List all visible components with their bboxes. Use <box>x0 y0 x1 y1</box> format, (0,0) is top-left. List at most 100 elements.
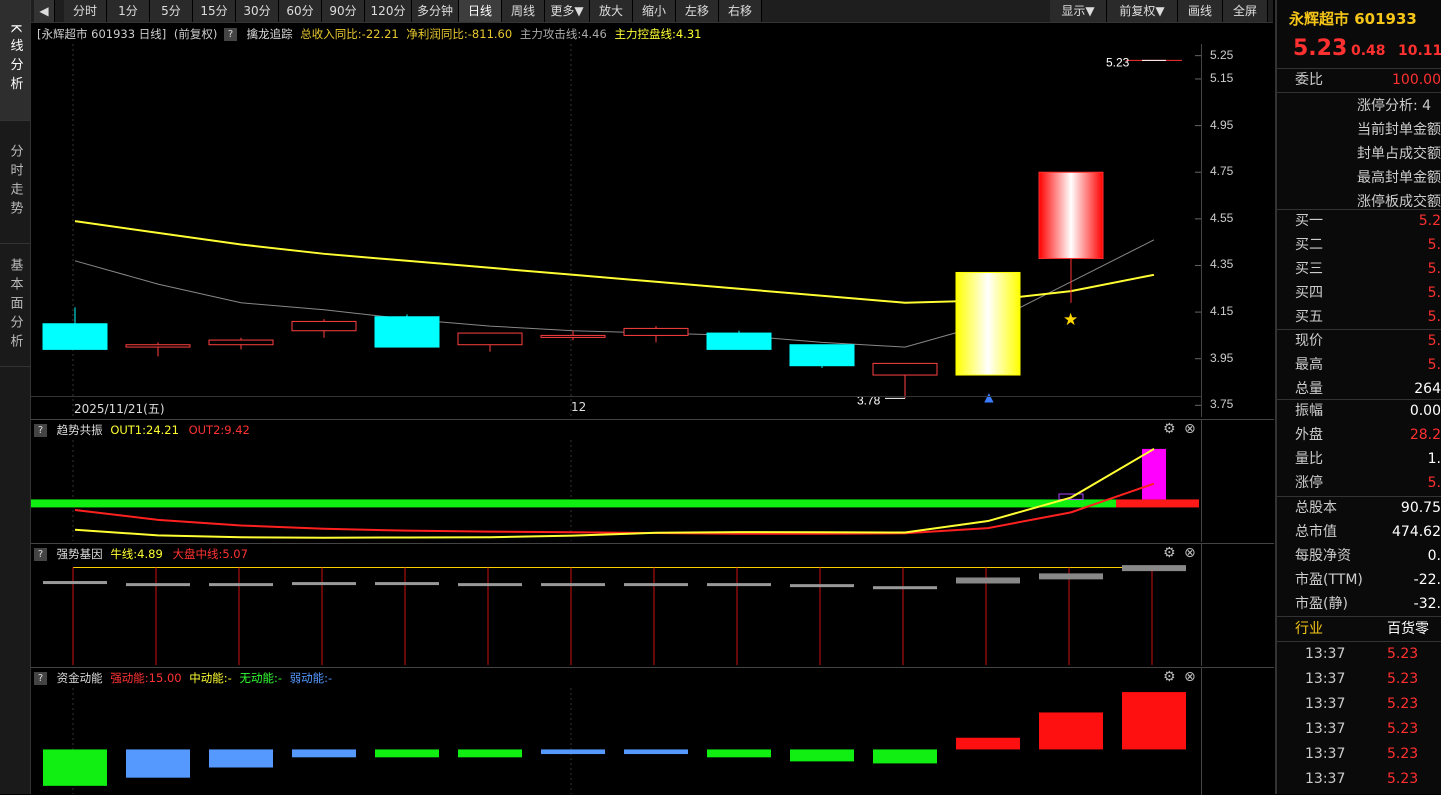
bid-value: 5. <box>1427 309 1441 325</box>
quote-label: 最高 <box>1295 357 1323 373</box>
tb-120min[interactable]: 120分 <box>365 0 412 22</box>
gene-bar <box>956 577 1020 584</box>
tick-time: 13:37 <box>1305 696 1346 712</box>
gene-bar <box>790 584 854 588</box>
gene-bar <box>209 583 273 587</box>
bid-row: 买一 5.2 <box>1277 209 1441 233</box>
gene-bar <box>458 583 522 587</box>
price-tick-label: 3.75 <box>1210 397 1234 412</box>
tb-60min[interactable]: 60分 <box>279 0 322 22</box>
limit-up-analysis: 涨停分析: 4 当前封单金额 封单占成交额 最高封单金额 涨停板成交额 <box>1357 94 1441 214</box>
tb-fullscreen[interactable]: 全屏 <box>1223 0 1268 22</box>
candle-body <box>42 323 108 350</box>
momentum-bar <box>624 749 688 755</box>
tb-zoom-out[interactable]: 缩小 <box>633 0 676 22</box>
out2-line <box>74 482 1155 535</box>
tb-move-right[interactable]: 右移 <box>719 0 762 22</box>
tb-5min[interactable]: 5分 <box>150 0 193 22</box>
help-icon[interactable]: ? <box>34 424 47 437</box>
gear-icon[interactable]: ⚙ <box>1163 669 1176 685</box>
fund-label: 市盈(静) <box>1295 596 1348 612</box>
close-icon[interactable]: ⊗ <box>1184 421 1196 437</box>
tb-daily[interactable]: 日线 <box>459 0 502 22</box>
help-icon[interactable]: ? <box>34 672 47 685</box>
sub1-out1: OUT1:24.21 <box>110 423 179 437</box>
bid-value: 5.2 <box>1418 213 1441 229</box>
tab-intraday-trend[interactable]: 分时走势 <box>0 121 30 244</box>
gene-bar <box>43 581 107 585</box>
magenta-bar <box>1142 448 1166 500</box>
indicator-value-1: 总收入同比:-22.21 <box>300 27 399 41</box>
fund-value: 474.62 <box>1392 524 1441 540</box>
momentum-bar <box>458 749 522 758</box>
sub1-axis <box>1201 419 1274 542</box>
fund-momentum-chart[interactable]: 15.007.970.93 <box>31 688 1201 794</box>
fund-row: 市盈(静) -32. <box>1277 592 1441 616</box>
gene-bar <box>126 583 190 587</box>
indicator-value-2: 净利润同比:-811.60 <box>406 27 513 41</box>
tab-fundamental-analysis[interactable]: 基本面分析 <box>0 244 30 367</box>
bid-label: 买五 <box>1295 309 1323 325</box>
tick-time: 13:37 <box>1305 746 1346 762</box>
tb-adjust-dropdown[interactable]: 前复权▼ <box>1107 0 1178 22</box>
main-chart-header: [永辉超市 601933 日线] (前复权) ? 擒龙追踪 总收入同比:-22.… <box>31 24 1201 44</box>
tick-price: 5.23 <box>1387 771 1419 787</box>
strong-gene-chart[interactable]: 5.233.491.74 <box>31 564 1201 665</box>
tb-display-dropdown[interactable]: 显示▼ <box>1050 0 1107 22</box>
fund-row: 市盈(TTM) -22. <box>1277 568 1441 592</box>
momentum-bar <box>541 749 605 755</box>
fund-value: 90.75 <box>1400 500 1441 516</box>
tb-zoom-in[interactable]: 放大 <box>590 0 633 22</box>
help-icon[interactable]: ? <box>34 548 47 561</box>
tb-move-left[interactable]: 左移 <box>676 0 719 22</box>
candle-body <box>1038 171 1104 259</box>
candle-body <box>291 320 357 332</box>
fund-label: 每股净资 <box>1295 548 1351 564</box>
gear-icon[interactable]: ⚙ <box>1163 545 1176 561</box>
close-icon[interactable]: ⊗ <box>1184 545 1196 561</box>
price-tick-label: 4.75 <box>1210 164 1234 179</box>
industry-row[interactable]: 行业 百货零 <box>1277 617 1441 641</box>
stock-name: 永辉超市 601933 <box>1289 10 1417 28</box>
tb-weekly[interactable]: 周线 <box>502 0 545 22</box>
help-icon[interactable]: ? <box>223 28 237 41</box>
tick-price: 5.23 <box>1387 671 1419 687</box>
weibi-label: 委比 <box>1295 72 1323 88</box>
trend-resonance-chart[interactable]: 24.217.40-9.40 <box>31 440 1201 541</box>
quote-label: 现价 <box>1295 333 1323 349</box>
zt-line: 最高封单金额 <box>1357 170 1441 186</box>
tb-1min[interactable]: 1分 <box>107 0 150 22</box>
sub3-l2: 中动能:- <box>189 671 232 685</box>
green-band <box>31 499 1116 508</box>
tb-draw[interactable]: 画线 <box>1178 0 1223 22</box>
tb-30min[interactable]: 30分 <box>236 0 279 22</box>
quote-value: 5. <box>1427 333 1441 349</box>
close-icon[interactable]: ⊗ <box>1184 669 1196 685</box>
gear-icon[interactable]: ⚙ <box>1163 421 1176 437</box>
sub3-axis <box>1201 667 1274 795</box>
tb-15min[interactable]: 15分 <box>193 0 236 22</box>
bid-row: 买三 5. <box>1277 257 1441 281</box>
price-tick-label: 5.25 <box>1210 47 1234 62</box>
tb-90min[interactable]: 90分 <box>322 0 365 22</box>
tb-more-dropdown[interactable]: 更多▼ <box>545 0 590 22</box>
tab-kline-analysis[interactable]: K线分析 <box>0 0 30 121</box>
candle-body <box>208 339 274 346</box>
kline-chart[interactable]: 5.233.78 ▲★ <box>31 44 1201 417</box>
quote2-row: 振幅 0.00 <box>1277 399 1441 423</box>
price-tick-label: 4.35 <box>1210 257 1234 272</box>
quote-row: 总量 264 <box>1277 377 1441 401</box>
bid-label: 买三 <box>1295 261 1323 277</box>
quote2-label: 外盘 <box>1295 427 1323 443</box>
tick-price: 5.23 <box>1387 721 1419 737</box>
zt-line: 封单占成交额 <box>1357 146 1441 162</box>
date-label-1: 2025/11/21(五) <box>74 402 165 416</box>
quote-label: 总量 <box>1295 381 1323 397</box>
tb-multi-min[interactable]: 多分钟 <box>412 0 459 22</box>
price-change: 0.48 <box>1351 43 1386 59</box>
back-arrow-icon[interactable]: ◀ <box>34 0 55 22</box>
candle-body <box>955 271 1021 376</box>
fund-value: -32. <box>1413 596 1441 612</box>
sub2-header: ? 强势基因 牛线:4.89 大盘中线:5.07 <box>31 543 1201 564</box>
tb-intraday[interactable]: 分时 <box>64 0 107 22</box>
